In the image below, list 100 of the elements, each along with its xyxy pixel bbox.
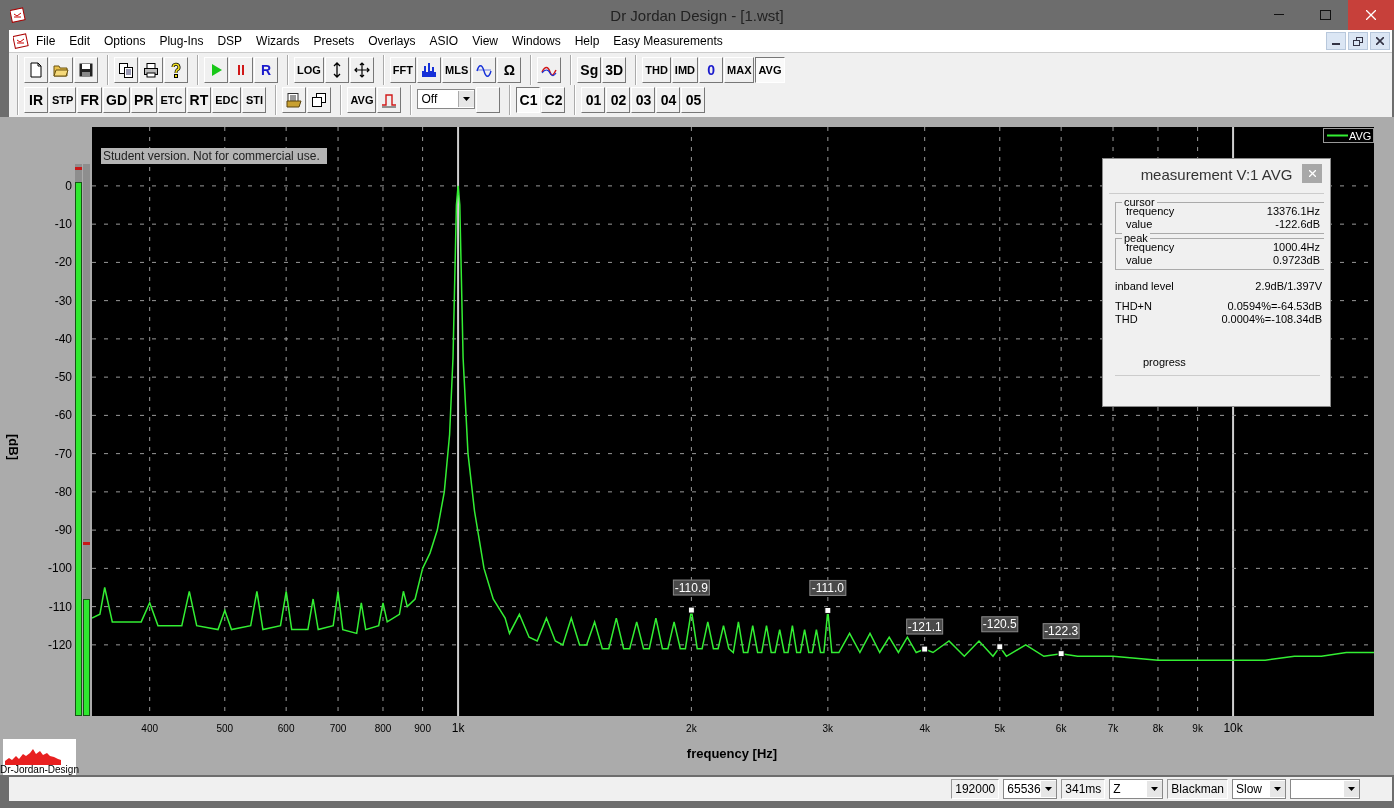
toolbar-button[interactable]: C2	[541, 87, 566, 113]
status-dropdown[interactable]: 65536	[1003, 779, 1058, 799]
axis-tick-label: 400	[141, 723, 159, 734]
toolbar-button[interactable]: EDC	[212, 87, 242, 113]
caret-icon	[1274, 787, 1281, 791]
notice: Student version. Not for commercial use.	[101, 148, 327, 164]
toolbar-button[interactable]: STI	[242, 87, 267, 113]
menu-item[interactable]: View	[465, 32, 505, 50]
toolbar-button[interactable]	[114, 57, 138, 83]
axis-tick-label: 700	[329, 723, 347, 734]
toolbar-button[interactable]	[74, 57, 98, 83]
status-dropdown[interactable]: Slow	[1232, 779, 1286, 799]
menu-item[interactable]: Easy Measurements	[606, 32, 730, 50]
axis-title: [dB]	[6, 434, 21, 460]
toolbar-button[interactable]: MAX	[724, 57, 755, 83]
toolbar-button[interactable]: Ω	[497, 57, 522, 83]
field-label: THD+N	[1115, 300, 1152, 313]
folder-list-icon	[286, 92, 303, 108]
minimize-button[interactable]	[1326, 32, 1346, 50]
toolbar-button[interactable]: RT	[186, 87, 212, 113]
status-dropdown[interactable]: Z	[1109, 779, 1164, 799]
menu-item[interactable]: DSP	[210, 32, 250, 50]
axis-tick-label: 2k	[686, 723, 697, 734]
toolbar-button[interactable]	[282, 87, 307, 113]
axis-tick-label: -70	[54, 446, 72, 461]
mode-dropdown[interactable]: Off	[417, 89, 476, 109]
maximize-icon	[1319, 10, 1331, 20]
status-dropdown[interactable]	[1290, 779, 1360, 799]
toolbar-button[interactable]: 04	[656, 87, 681, 113]
toolbar-button[interactable]	[324, 57, 349, 83]
toolbar-button[interactable]: GD	[103, 87, 131, 113]
menu-item[interactable]: Presets	[306, 32, 362, 50]
axis-tick-label: 7k	[1107, 723, 1119, 734]
axis-tick-label: -10	[54, 217, 72, 232]
axis-tick-label: -100	[47, 561, 72, 576]
toolbar-button[interactable]: 3D	[602, 57, 627, 83]
toolbar-button[interactable]: LOG	[294, 57, 324, 83]
toolbar-button[interactable]	[307, 87, 332, 113]
field-value: 1000.4Hz	[1272, 241, 1320, 254]
document-icon	[13, 33, 29, 49]
toolbar-button[interactable]: C1	[516, 87, 541, 113]
toolbar-button[interactable]: 01	[581, 87, 606, 113]
field-value: 0.0594%=-64.53dB	[1227, 300, 1322, 313]
close-icon	[1366, 10, 1376, 20]
caret-icon	[1151, 787, 1159, 791]
menu-item[interactable]: Wizards	[249, 32, 307, 50]
axis-tick-label: -90	[54, 523, 72, 538]
field-value: 2.9dB/1.397V	[1255, 280, 1322, 293]
toolbar-button[interactable]: ETC	[157, 87, 186, 113]
menu-item[interactable]: Plug-Ins	[152, 32, 211, 50]
axis-tick-label: 8k	[1152, 723, 1164, 734]
toolbar-button[interactable]	[472, 57, 497, 83]
windows-icon	[311, 92, 328, 108]
axis-tick-label: 900	[414, 723, 431, 734]
axis-tick-label: 3k	[822, 723, 834, 734]
close-button[interactable]	[1370, 32, 1390, 50]
axis-tick-label: -60	[54, 408, 72, 423]
toolbar-button[interactable]: IR	[24, 87, 48, 113]
axis-tick-label: 600	[277, 723, 295, 734]
toolbar-button[interactable]: IMD	[671, 57, 699, 83]
toolbar-button[interactable]: MLS	[442, 57, 472, 83]
toolbar-button[interactable]: R	[254, 57, 278, 83]
blank-button[interactable]	[476, 87, 501, 113]
toolbar-button[interactable]	[417, 57, 441, 83]
toolbar-button[interactable]: 0	[699, 57, 724, 83]
toolbar-button[interactable]	[164, 57, 188, 83]
pulse-icon	[381, 92, 398, 108]
toolbar-button[interactable]: AVG	[347, 87, 377, 113]
field-value: 13376.1Hz	[1266, 205, 1320, 218]
status-field: Blackman	[1167, 779, 1228, 799]
toolbar-button[interactable]: PR	[131, 87, 157, 113]
menu-item[interactable]: ASIO	[422, 32, 466, 50]
field-label: value	[1126, 218, 1153, 231]
toolbar-button[interactable]: 05	[681, 87, 706, 113]
toolbar-button[interactable]: Sg	[577, 57, 602, 83]
field-label: frequency	[1126, 205, 1175, 218]
field-value: 0.9723dB	[1272, 254, 1320, 267]
menu-item[interactable]: Windows	[504, 32, 568, 50]
toolbar-button[interactable]	[139, 57, 163, 83]
menu-item[interactable]: File	[29, 32, 63, 50]
toolbar-button[interactable]: 02	[606, 87, 631, 113]
toolbar-button[interactable]: FR	[77, 87, 103, 113]
axis-tick-label: 6k	[1055, 723, 1067, 734]
toolbar-button[interactable]	[537, 57, 562, 83]
toolbar-button[interactable]: AVG	[755, 57, 785, 83]
toolbar-button[interactable]: STP	[49, 87, 77, 113]
toolbar-button[interactable]: FFT	[389, 57, 416, 83]
menu-item[interactable]: Options	[97, 32, 153, 50]
axis-title: frequency [Hz]	[686, 746, 778, 761]
toolbar-button[interactable]: 03	[631, 87, 656, 113]
menu-item[interactable]: Overlays	[361, 32, 423, 50]
field-label: inband level	[1115, 280, 1174, 293]
toolbar-button[interactable]	[349, 57, 374, 83]
menu-item[interactable]: Help	[567, 32, 607, 50]
save-icon	[78, 62, 94, 78]
menu-item[interactable]: Edit	[62, 32, 98, 50]
toolbar-button[interactable]: THD	[642, 57, 671, 83]
axis-tick-label: -110	[48, 599, 72, 614]
restore-button[interactable]	[1348, 32, 1368, 50]
copy-icon	[118, 62, 134, 78]
